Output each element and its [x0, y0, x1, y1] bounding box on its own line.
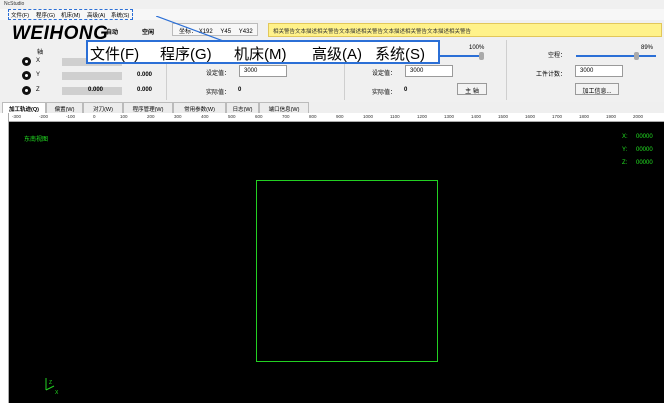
ruler-tick-label: 1400 — [471, 114, 482, 119]
ruler-tick-label: 100 — [120, 114, 128, 119]
spindle-set-label: 设定值： — [372, 71, 397, 77]
ruler-tick-label: -100 — [66, 114, 76, 119]
ruler-tick-label: 600 — [255, 114, 263, 119]
view-label: 东南视图 — [24, 137, 49, 143]
count-label: 工件计数： — [536, 72, 567, 78]
ruler-tick-label: 1300 — [444, 114, 455, 119]
ruler-tick-label: 2000 — [633, 114, 644, 119]
ruler-tick-label: 700 — [282, 114, 290, 119]
readout-x-value: 00000 — [636, 134, 653, 140]
app-title: NcStudio — [4, 1, 25, 7]
tab-program-manager[interactable]: 程序管理(W) — [123, 102, 173, 113]
zoom-menu-program: 程序(G) — [160, 46, 212, 63]
feed-actual-value: 0 — [238, 87, 242, 93]
zoom-menu-machine: 机床(M) — [234, 46, 287, 63]
spindle-actual-label: 实际值： — [372, 90, 397, 96]
ruler-tick-label: 400 — [201, 114, 209, 119]
spindle-percent: 100% — [469, 45, 485, 51]
axis-z-value-a: 0.000 — [88, 87, 104, 93]
spindle-set-input[interactable]: 3000 — [405, 65, 453, 77]
travel-label: 空程： — [548, 53, 567, 59]
spindle-actual-value: 0 — [404, 87, 408, 93]
ruler-tick-label: -300 — [12, 114, 22, 119]
zoom-menu-system: 系统(S) — [375, 46, 425, 63]
travel-percent: 89% — [641, 45, 654, 51]
spindle-slider-thumb[interactable] — [479, 52, 484, 60]
ruler-tick-label: 900 — [336, 114, 344, 119]
travel-slider[interactable] — [576, 55, 656, 57]
ruler-tick-label: 1200 — [417, 114, 428, 119]
toolpath-rectangle — [256, 180, 438, 362]
ruler-tick-label: 800 — [309, 114, 317, 119]
readout-y-axis: Y: — [622, 147, 628, 153]
axis-y-bar — [62, 72, 122, 80]
ruler-tick-label: 300 — [174, 114, 182, 119]
feed-set-label: 设定值： — [206, 71, 231, 77]
triad-z-label: Z — [49, 380, 53, 386]
travel-slider-thumb[interactable] — [634, 52, 639, 60]
zoom-menu-advanced: 高级(A) — [312, 46, 362, 63]
ruler-tick-label: -200 — [39, 114, 49, 119]
tab-tool-setting[interactable]: 对刀(W) — [83, 102, 123, 113]
tab-log[interactable]: 日志(W) — [226, 102, 259, 113]
axis-z-label: Z — [36, 87, 40, 93]
tab-machining-path[interactable]: 加工轨迹(Q) — [2, 102, 46, 113]
ruler-tick-label: 1900 — [606, 114, 617, 119]
tab-offset[interactable]: 偏置(W) — [46, 102, 83, 113]
axis-y-icon — [22, 71, 31, 80]
readout-z-value: 00000 — [636, 160, 653, 166]
axis-header: 轴 — [37, 50, 44, 56]
axis-x-label: X — [36, 58, 41, 64]
mode-auto: 自动 — [106, 30, 119, 36]
ruler-tick-label: 1700 — [552, 114, 563, 119]
readout-x-axis: X: — [622, 134, 628, 140]
ruler-vertical — [0, 113, 9, 403]
zoom-menu-file: 文件(F) — [90, 46, 140, 63]
axis-y-label: Y — [36, 72, 41, 78]
ruler-tick-label: 500 — [228, 114, 236, 119]
divider — [506, 40, 507, 100]
menu-highlight-outline — [8, 9, 133, 20]
count-input[interactable]: 3000 — [575, 65, 623, 77]
axis-z-icon — [22, 86, 31, 95]
mode-idle: 空闲 — [142, 30, 155, 36]
tab-port-info[interactable]: 端口信息(W) — [259, 102, 309, 113]
triad-x-label: X — [55, 390, 59, 396]
ruler-tick-label: 1500 — [498, 114, 509, 119]
tab-common-params[interactable]: 常用参数(W) — [173, 102, 226, 113]
axis-z-value: 0.000 — [137, 87, 153, 93]
callout-connector — [156, 16, 226, 42]
feed-set-input[interactable]: 3000 — [239, 65, 287, 77]
ruler-tick-label: 1800 — [579, 114, 590, 119]
axis-x-icon — [22, 57, 31, 66]
spindle-button[interactable]: 主 轴 — [457, 83, 487, 95]
readout-z-axis: Z: — [622, 160, 628, 166]
spindle-slider[interactable] — [440, 55, 480, 57]
ruler-tick-label: 0 — [93, 114, 96, 119]
ruler-tick-label: 1600 — [525, 114, 536, 119]
processing-info-button[interactable]: 加工信息... — [575, 83, 619, 95]
coord-z: Y432 — [238, 29, 253, 35]
ruler-tick-label: 1100 — [390, 114, 400, 119]
feed-actual-label: 实际值： — [206, 90, 231, 96]
axis-y-value: 0.000 — [137, 72, 153, 78]
ruler-tick-label: 1000 — [363, 114, 374, 119]
warning-banner: 相关警告文本描述相关警告文本描述相关警告文本描述相关警告文本描述相关警告 — [268, 23, 662, 37]
readout-y-value: 00000 — [636, 147, 653, 153]
ruler-tick-label: 200 — [147, 114, 155, 119]
